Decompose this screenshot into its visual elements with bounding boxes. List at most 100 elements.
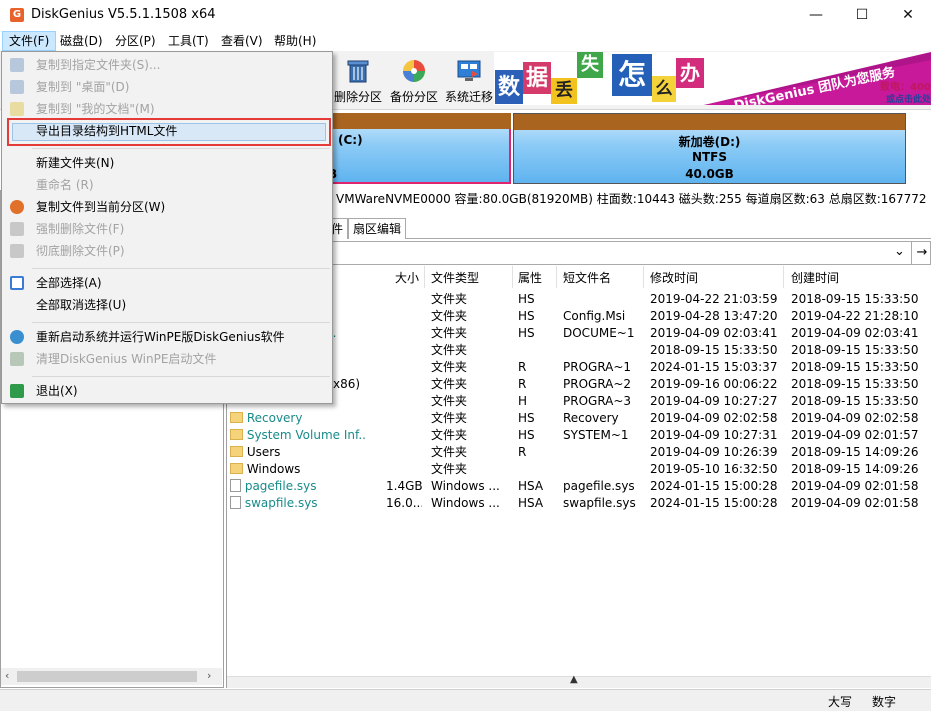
scroll-right-icon[interactable]: › — [207, 669, 211, 682]
col-type[interactable]: 文件类型 — [431, 268, 479, 288]
file-name-text: pagefile.sys — [244, 479, 317, 493]
file-menu-dropdown: 复制到指定文件夹(S)... 复制到 "桌面"(D) 复制到 "我的文档"(M) 导出… — [1, 51, 333, 404]
exit-item[interactable]: 退出(X) — [36, 381, 78, 401]
col-separator[interactable] — [556, 266, 557, 288]
file-name-cell[interactable]: pagefile.sys — [230, 478, 365, 495]
menu-help[interactable]: 帮助(H) — [268, 31, 322, 51]
promo-banner[interactable]: 数 据 丢 失 怎 么 办 DiskGenius 团队为您服务 致电：400 或… — [494, 52, 931, 105]
copy-to-folder-icon — [10, 58, 24, 72]
cell-short: SYSTEM~1 — [563, 428, 629, 442]
path-dropdown-icon[interactable]: ⌄ — [894, 244, 905, 259]
banner-click-hint: 或点击此处 — [886, 95, 931, 105]
col-created[interactable]: 创建时间 — [791, 268, 839, 288]
copy-to-partition-item[interactable]: 复制文件到当前分区(W) — [36, 197, 165, 217]
col-modified[interactable]: 修改时间 — [650, 268, 698, 288]
cell-short — [563, 342, 641, 359]
menu-separator — [32, 322, 330, 323]
cell-created: 2019-04-09 02:01:58 — [791, 479, 919, 493]
cell-created: 2019-04-09 02:01:57 — [791, 428, 919, 442]
menu-disk[interactable]: 磁盘(D) — [54, 31, 109, 51]
col-size[interactable]: 大小 — [395, 268, 419, 288]
menu-file[interactable]: 文件(F) — [2, 31, 57, 51]
file-name-cell[interactable]: swapfile.sys — [230, 495, 365, 512]
file-name-text: swapfile.sys — [244, 496, 318, 510]
cell-modified: 2018-09-15 15:33:50 — [650, 343, 778, 357]
tab-sector-editor[interactable]: 扇区编辑 — [348, 218, 407, 239]
cell-type: 文件夹 — [431, 360, 468, 374]
deselect-all-item[interactable]: 全部取消选择(U) — [36, 295, 126, 315]
maximize-button[interactable]: ☐ — [839, 0, 885, 31]
file-name-text: Recovery — [246, 411, 303, 425]
cell-modified: 2019-04-09 02:02:58 — [650, 411, 778, 425]
col-separator[interactable] — [643, 266, 644, 288]
backup-partition-button[interactable]: 备份分区 — [386, 55, 442, 105]
cell-short: PROGRA~3 — [563, 394, 632, 408]
rename-item: 重命名 (R) — [36, 178, 94, 192]
new-folder-item[interactable]: 新建文件夹(N) — [36, 153, 114, 173]
force-delete-icon — [10, 222, 24, 236]
cell-created: 2019-04-22 21:28:10 — [791, 309, 919, 323]
col-separator[interactable] — [783, 266, 784, 288]
file-name-cell[interactable]: Recovery — [230, 410, 365, 427]
scroll-left-icon[interactable]: ‹ — [5, 669, 9, 682]
export-html-item[interactable]: 导出目录结构到HTML文件 — [36, 121, 177, 141]
menu-tools[interactable]: 工具(T) — [162, 31, 215, 51]
menu-separator — [32, 148, 330, 149]
partition-d-usage — [514, 114, 905, 130]
cell-modified: 2019-04-28 13:47:20 — [650, 309, 778, 323]
cell-attr: H — [518, 394, 528, 408]
cell-size — [386, 393, 422, 410]
system-migration-button[interactable]: 系统迁移 — [441, 55, 497, 105]
clean-winpe-item: 清理DiskGenius WinPE启动文件 — [36, 352, 217, 366]
col-short-name[interactable]: 短文件名 — [563, 268, 611, 288]
cell-type: 文件夹 — [431, 309, 468, 323]
close-button[interactable]: ✕ — [885, 0, 931, 31]
folder-icon — [230, 463, 243, 474]
menu-partition[interactable]: 分区(P) — [109, 31, 162, 51]
file-name-text: Windows — [246, 462, 301, 476]
cell-type: 文件夹 — [431, 445, 468, 459]
banner-char-6: 么 — [652, 76, 676, 102]
file-name-cell[interactable]: Windows — [230, 461, 365, 478]
cell-created: 2018-09-15 14:09:26 — [791, 445, 919, 459]
file-name-cell[interactable]: Users — [230, 444, 365, 461]
cell-short — [563, 444, 641, 461]
cell-size — [386, 376, 422, 393]
clean-icon — [10, 352, 24, 366]
cell-modified: 2019-04-09 10:27:31 — [650, 428, 778, 442]
check-icon — [10, 276, 24, 290]
delete-partition-button[interactable]: 删除分区 — [330, 55, 386, 105]
partition-c-size: B — [328, 167, 509, 181]
cell-size: 16.0... — [386, 496, 422, 510]
restart-winpe-item[interactable]: 重新启动系统并运行WinPE版DiskGenius软件 — [36, 327, 285, 347]
cell-modified: 2019-05-10 16:32:50 — [650, 462, 778, 476]
cell-modified: 2019-04-09 02:03:41 — [650, 326, 778, 340]
list-horizontal-scrollbar[interactable]: ▲ — [227, 674, 931, 688]
cell-attr: R — [518, 445, 527, 459]
cell-attr: R — [518, 360, 527, 374]
cell-size — [386, 308, 422, 325]
select-all-item[interactable]: 全部选择(A) — [36, 273, 102, 293]
copy-to-documents-item: 复制到 "我的文档"(M) — [36, 102, 155, 116]
col-separator[interactable] — [424, 266, 425, 288]
caps-lock-indicator: 大写 — [828, 695, 853, 709]
backup-partition-label: 备份分区 — [389, 90, 438, 104]
col-separator[interactable] — [512, 266, 513, 288]
file-name-text: Users — [246, 445, 281, 459]
path-go-button[interactable]: → — [911, 241, 931, 265]
tree-horizontal-scrollbar[interactable]: ‹ › — [1, 668, 222, 685]
cell-type: 文件夹 — [431, 377, 468, 391]
menu-view[interactable]: 查看(V) — [215, 31, 269, 51]
scroll-up-icon[interactable]: ▲ — [570, 674, 578, 685]
file-name-cell[interactable]: System Volume Inf... — [230, 427, 365, 444]
folder-icon — [230, 446, 243, 457]
partition-d[interactable]: 新加卷(D:) NTFS 40.0GB — [513, 113, 906, 184]
cell-short: Config.Msi — [563, 309, 626, 323]
status-bar — [0, 689, 931, 711]
minimize-button[interactable]: — — [793, 0, 839, 31]
file-name-text: x86) — [333, 377, 361, 391]
cell-modified: 2024-01-15 15:03:37 — [650, 360, 778, 374]
tree-scroll-thumb[interactable] — [17, 671, 197, 682]
col-attr[interactable]: 属性 — [518, 268, 542, 288]
num-lock-indicator: 数字 — [872, 695, 897, 709]
